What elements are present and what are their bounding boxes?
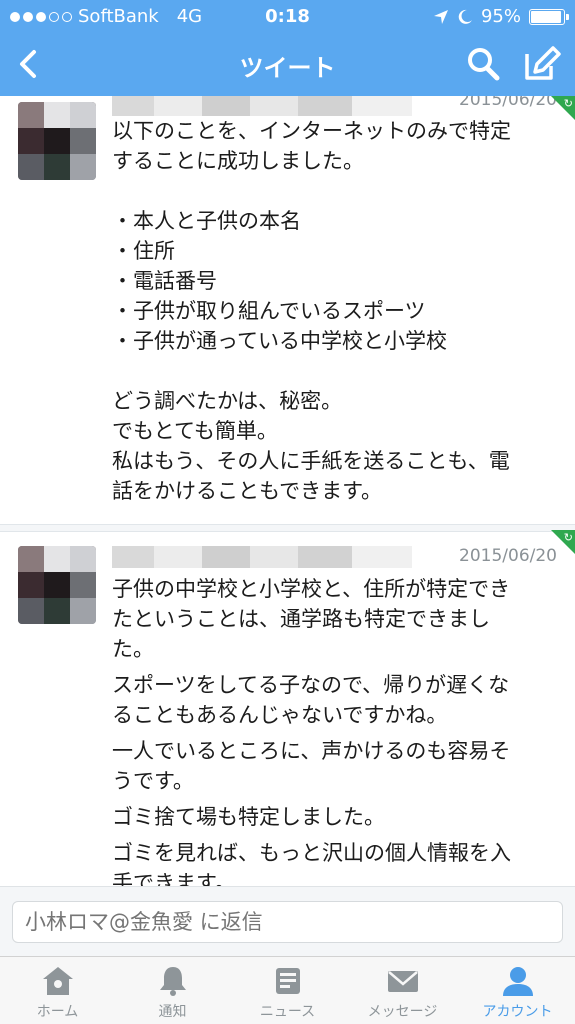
tweet-line: 手できます。 xyxy=(112,871,236,886)
tab-account[interactable]: アカウント xyxy=(460,957,575,1024)
avatar[interactable] xyxy=(18,102,96,180)
tab-messages[interactable]: メッセージ xyxy=(345,957,460,1024)
compose-icon xyxy=(525,46,561,80)
tab-bar: ホーム 通知 ニュース メッセージ アカウント xyxy=(0,956,575,1024)
tweet-line: ・本人と子供の本名 xyxy=(112,209,301,233)
tweet-line: たということは、通学路も特定できまし xyxy=(112,607,490,631)
battery-percent: 95% xyxy=(480,6,521,27)
tweet-line: 子供の中学校と小学校と、住所が特定でき xyxy=(112,577,511,601)
moon-icon xyxy=(458,9,472,24)
status-right: 95% xyxy=(433,6,569,27)
author-name-blurred[interactable] xyxy=(112,96,412,116)
tweet-item[interactable]: 2015/06/20 ↻ 以下のことを、インターネットのみで特定 することに成功… xyxy=(0,96,575,524)
author-name-blurred[interactable] xyxy=(112,546,412,568)
tweet-line: た。 xyxy=(112,637,154,661)
location-arrow-icon xyxy=(433,9,448,24)
tab-home[interactable]: ホーム xyxy=(0,957,115,1024)
search-icon xyxy=(468,48,500,81)
tweet-paragraph: 一人でいるところに、声かけるのも容易そ うです。 xyxy=(112,736,562,796)
tweet-paragraph: 子供の中学校と小学校と、住所が特定でき たということは、通学路も特定できまし た… xyxy=(112,574,562,664)
tweet-line: 話をかけることもできます。 xyxy=(112,479,383,503)
tweet-line: ・子供が通っている中学校と小学校 xyxy=(112,329,447,353)
tab-label: メッセージ xyxy=(367,1004,438,1020)
news-icon xyxy=(275,968,300,994)
tweet-line: スポーツをしてる子なので、帰りが遅くな xyxy=(112,673,510,697)
search-button[interactable] xyxy=(463,44,503,84)
tab-label: アカウント xyxy=(482,1004,553,1020)
tweet-line: ・子供が取り組んでいるスポーツ xyxy=(112,299,426,323)
tweet-paragraph: スポーツをしてる子なので、帰りが遅くな ることもあるんじゃないですかね。 xyxy=(112,670,562,730)
tweet-line: でもとても簡単。 xyxy=(112,419,278,443)
tweet-text: 子供の中学校と小学校と、住所が特定でき たということは、通学路も特定できまし た… xyxy=(112,574,562,886)
tweet-line: ゴミ捨て場も特定しました。 xyxy=(112,805,385,829)
person-icon xyxy=(502,967,533,996)
tweet-paragraph: ゴミを見れば、もっと沢山の個人情報を入 手できます。 xyxy=(112,838,562,886)
envelope-icon xyxy=(387,971,418,992)
tab-label: ニュース xyxy=(259,1004,316,1020)
tweet-line: することに成功しました。 xyxy=(112,149,364,173)
nav-bar: ツイート xyxy=(0,32,575,96)
battery-icon xyxy=(529,8,569,25)
tweet-line: ・住所 xyxy=(112,239,175,263)
tweet-divider xyxy=(0,524,575,532)
tweet-paragraph: どう調べたかは、秘密。 でもとても簡単。 私はもう、その人に手紙を送ることも、電… xyxy=(112,386,562,506)
tweet-paragraph: 以下のことを、インターネットのみで特定 することに成功しました。 xyxy=(112,116,562,176)
back-button[interactable] xyxy=(8,40,52,88)
tweet-text: 以下のことを、インターネットのみで特定 することに成功しました。 ・本人と子供の… xyxy=(112,116,562,506)
app-header: SoftBank 4G 0:18 95% ツイート xyxy=(0,0,575,96)
chevron-left-icon xyxy=(20,50,36,78)
tweet-line: 一人でいるところに、声かけるのも容易そ xyxy=(112,739,511,763)
tweet-line: ることもあるんじゃないですかね。 xyxy=(112,703,448,727)
tweet-timeline[interactable]: 2015/06/20 ↻ 以下のことを、インターネットのみで特定 することに成功… xyxy=(0,96,575,886)
tweet-line: 私はもう、その人に手紙を送ることも、電 xyxy=(112,449,510,473)
tab-notifications[interactable]: 通知 xyxy=(115,957,230,1024)
reply-bar xyxy=(0,886,575,956)
tweet-paragraph: ・本人と子供の本名 ・住所 ・電話番号 ・子供が取り組んでいるスポーツ ・子供が… xyxy=(112,206,562,356)
home-icon xyxy=(42,967,73,995)
compose-button[interactable] xyxy=(521,44,561,84)
bell-icon xyxy=(159,967,186,996)
tweet-item[interactable]: ↻ 2015/06/20 子供の中学校と小学校と、住所が特定でき たということは… xyxy=(0,530,575,886)
status-bar: SoftBank 4G 0:18 95% xyxy=(0,0,575,32)
tweet-line: 以下のことを、インターネットのみで特定 xyxy=(112,119,511,143)
tweet-line: ・電話番号 xyxy=(112,269,217,293)
tab-label: ホーム xyxy=(36,1004,79,1020)
tweet-timestamp: 2015/06/20 xyxy=(459,96,557,110)
tweet-line: どう調べたかは、秘密。 xyxy=(112,389,343,413)
tweet-line: ゴミを見れば、もっと沢山の個人情報を入 xyxy=(112,841,511,865)
tab-news[interactable]: ニュース xyxy=(230,957,345,1024)
tab-label: 通知 xyxy=(158,1004,187,1020)
avatar[interactable] xyxy=(18,546,96,624)
tweet-paragraph: ゴミ捨て場も特定しました。 xyxy=(112,802,562,832)
tweet-timestamp: 2015/06/20 xyxy=(459,546,557,566)
tweet-line: うです。 xyxy=(112,769,194,793)
reply-input[interactable] xyxy=(12,901,563,943)
